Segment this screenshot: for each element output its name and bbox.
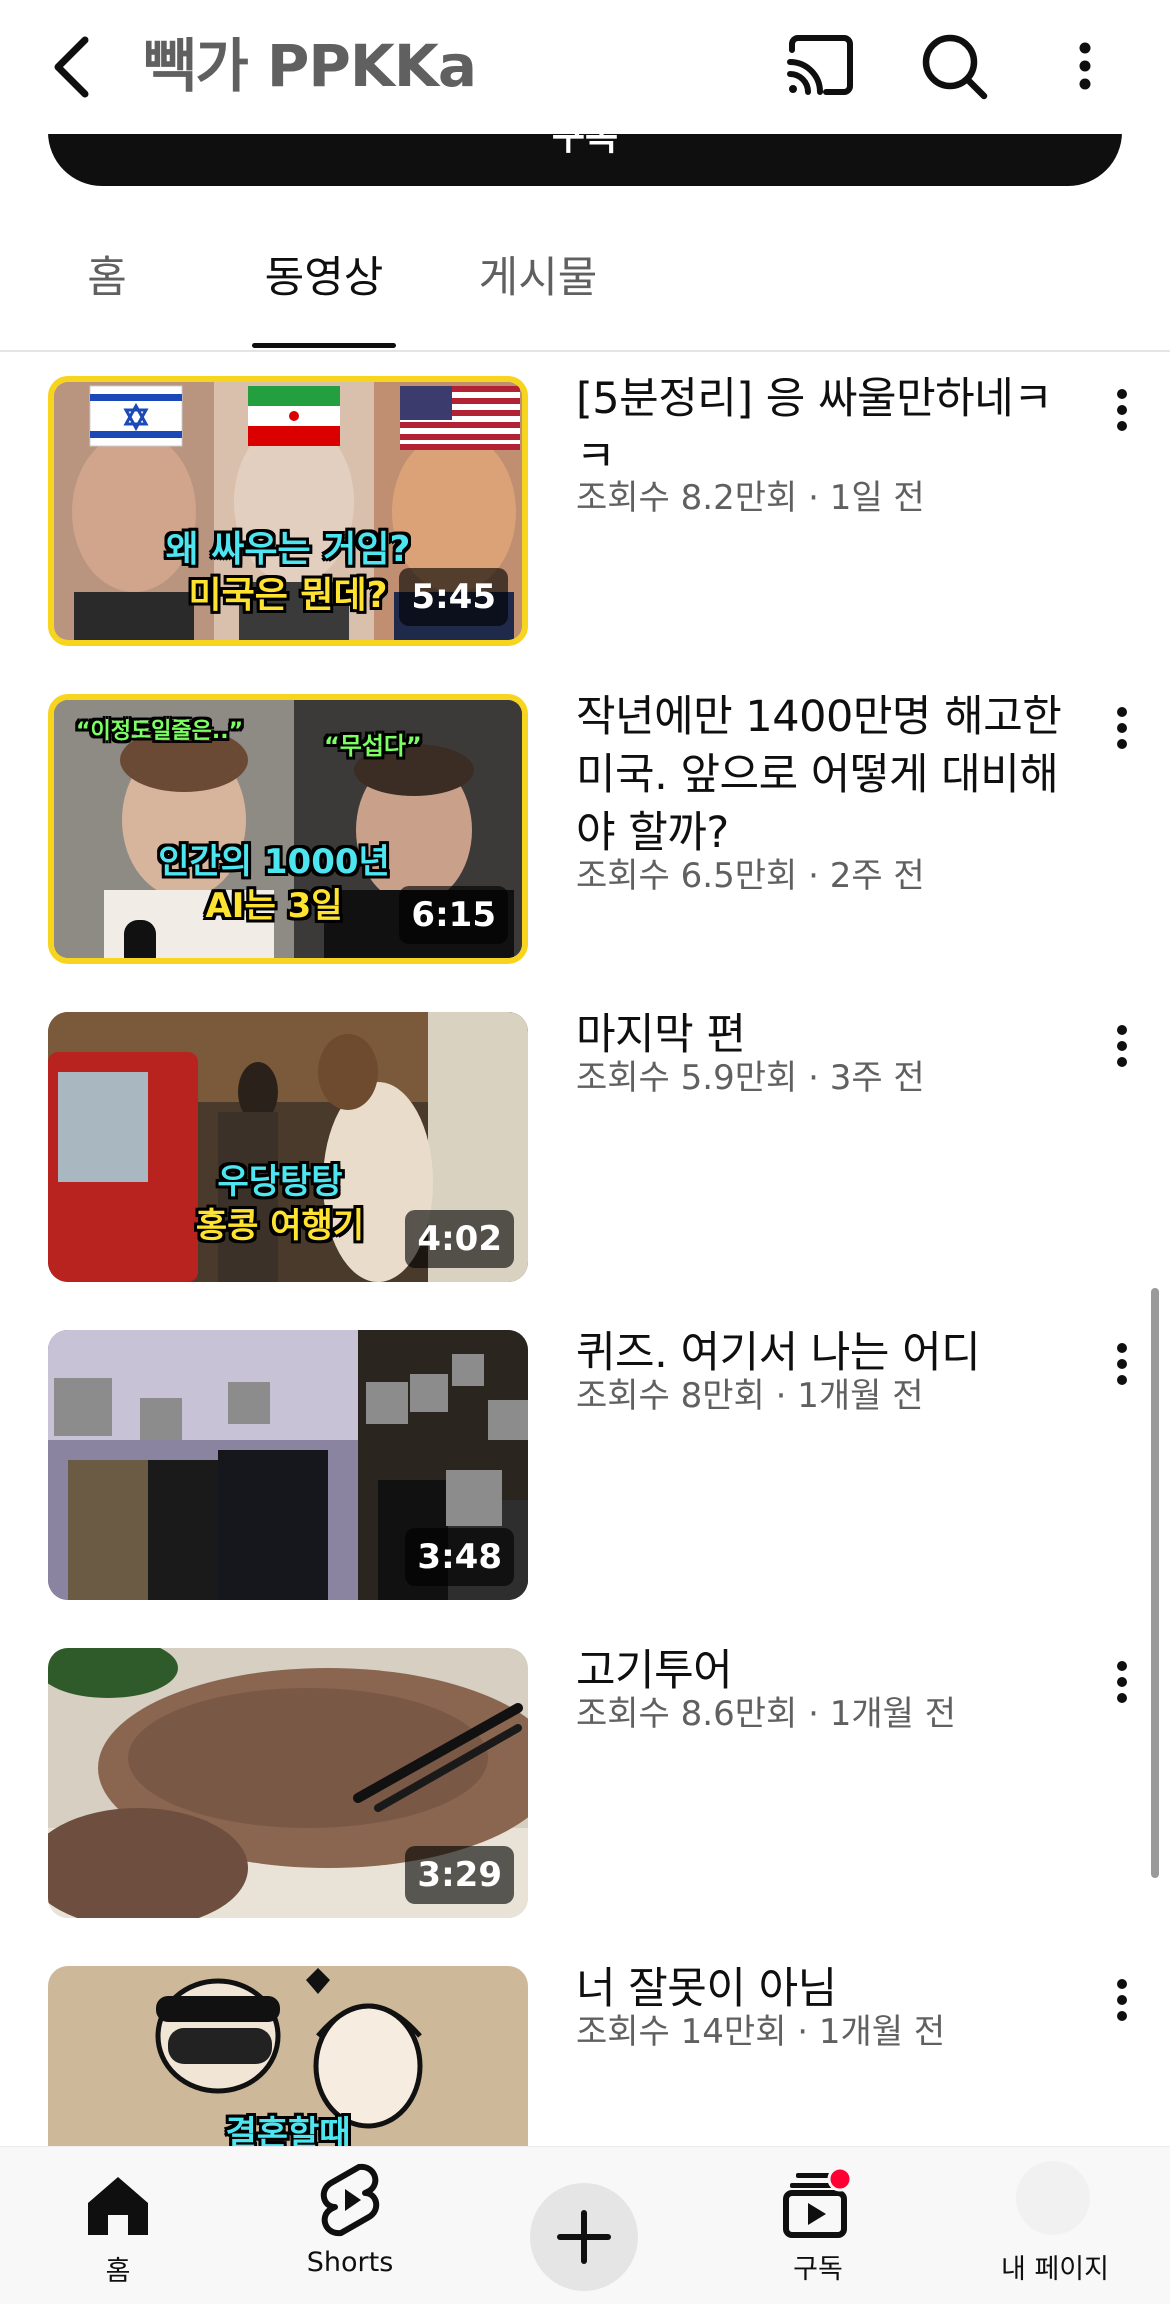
- video-list-item[interactable]: 우당탕탕 홍콩 여행기 4:02 마지막 편 조회수 5.9만회 · 3주 전: [0, 1010, 1170, 1292]
- shorts-icon: [320, 2163, 380, 2237]
- video-duration: 3:29: [405, 1846, 514, 1904]
- nav-subscriptions[interactable]: 구독: [760, 2147, 876, 2304]
- thumbnail-quote-right: “무섭다”: [324, 732, 422, 760]
- notification-dot: [827, 2166, 853, 2192]
- back-button[interactable]: [30, 22, 120, 112]
- channel-title: 빽가 PPKKa: [143, 32, 477, 100]
- plus-icon: [557, 2210, 611, 2264]
- nav-my-page[interactable]: 내 페이지: [980, 2147, 1130, 2304]
- thumbnail-caption-line1: 왜 싸우는 거임?: [165, 529, 411, 570]
- tab-posts[interactable]: 게시물: [466, 248, 610, 348]
- nav-shorts[interactable]: Shorts: [290, 2147, 410, 2304]
- video-menu-button[interactable]: [1100, 1966, 1144, 2046]
- tab-videos[interactable]: 동영상: [252, 248, 396, 348]
- more-vert-icon: [1117, 389, 1127, 431]
- bottom-navigation: 홈 Shorts 구독 내 페이지: [0, 2146, 1170, 2304]
- video-meta: 조회수 5.9만회 · 3주 전: [576, 1058, 925, 1098]
- video-list-item[interactable]: 3:48 퀴즈. 여기서 나는 어디 조회수 8만회 · 1개월 전: [0, 1328, 1170, 1610]
- tab-posts-label: 게시물: [478, 253, 598, 303]
- video-thumbnail[interactable]: 우당탕탕 홍콩 여행기 4:02: [48, 1012, 528, 1282]
- video-duration: 5:45: [399, 568, 508, 626]
- video-thumbnail[interactable]: 3:48: [48, 1330, 528, 1600]
- home-icon: [88, 2177, 148, 2235]
- video-meta: 조회수 6.5만회 · 2주 전: [576, 856, 925, 896]
- video-meta: 조회수 8.2만회 · 1일 전: [576, 478, 925, 518]
- cast-icon: [787, 35, 853, 95]
- more-vert-icon: [1079, 42, 1091, 90]
- more-vert-icon: [1117, 1661, 1127, 1703]
- nav-subscriptions-label: 구독: [793, 2254, 843, 2285]
- top-app-bar: 빽가 PPKKa: [0, 0, 1170, 134]
- nav-my-page-label: 내 페이지: [1001, 2254, 1109, 2285]
- more-vert-icon: [1117, 1979, 1127, 2021]
- video-menu-button[interactable]: [1100, 694, 1144, 774]
- nav-shorts-label: Shorts: [306, 2247, 394, 2278]
- more-vert-icon: [1117, 1343, 1127, 1385]
- back-arrow-icon: [54, 36, 89, 98]
- video-meta: 조회수 14만회 · 1개월 전: [576, 2012, 946, 2052]
- more-vert-icon: [1117, 1025, 1127, 1067]
- video-meta: 조회수 8만회 · 1개월 전: [576, 1376, 924, 1416]
- active-tab-indicator: [252, 343, 396, 348]
- video-title[interactable]: [5분정리] 응 싸울만하네ㅋㅋ: [576, 370, 1076, 486]
- nav-home-label: 홈: [105, 2256, 131, 2287]
- video-menu-button[interactable]: [1100, 1012, 1144, 1092]
- thumbnail-quote-left: “이정도일줄은..”: [76, 719, 244, 744]
- video-meta: 조회수 8.6만회 · 1개월 전: [576, 1694, 956, 1734]
- more-vert-icon: [1117, 707, 1127, 749]
- video-title[interactable]: 작년에만 1400만명 해고한 미국. 앞으로 어떻게 대비해야 할까?: [576, 688, 1076, 862]
- tab-home[interactable]: 홈: [62, 248, 152, 348]
- video-list-item[interactable]: 왜 싸우는 거임? 미국은 뭔데? 5:45 [5분정리] 응 싸울만하네ㅋㅋ …: [0, 374, 1170, 656]
- video-list-item[interactable]: 3:29 고기투어 조회수 8.6만회 · 1개월 전: [0, 1646, 1170, 1928]
- video-thumbnail[interactable]: 왜 싸우는 거임? 미국은 뭔데? 5:45: [48, 376, 528, 646]
- thumbnail-caption-line1: 우당탕탕: [217, 1162, 343, 1202]
- video-menu-button[interactable]: [1100, 1648, 1144, 1728]
- tab-videos-label: 동영상: [264, 253, 384, 303]
- video-duration: 3:48: [405, 1528, 514, 1586]
- video-thumbnail[interactable]: 3:29: [48, 1648, 528, 1918]
- thumbnail-caption-line1: 인간의 1000년: [158, 842, 390, 882]
- search-icon: [922, 34, 988, 100]
- video-menu-button[interactable]: [1100, 376, 1144, 456]
- video-menu-button[interactable]: [1100, 1330, 1144, 1410]
- app-root: 구독 빽가 PPKKa 홈 동영상 게시물 왜 싸우는 거임? 미국은 뭔데? …: [0, 0, 1170, 2304]
- nav-home[interactable]: 홈: [60, 2147, 176, 2304]
- more-options-button[interactable]: [1060, 22, 1110, 112]
- tab-home-label: 홈: [87, 253, 127, 303]
- search-button[interactable]: [910, 22, 1000, 112]
- channel-tabs: 홈 동영상 게시물: [0, 230, 1170, 352]
- create-button[interactable]: [530, 2183, 638, 2291]
- cast-button[interactable]: [778, 24, 864, 110]
- video-duration: 4:02: [405, 1210, 514, 1268]
- subscriptions-icon: [783, 2166, 853, 2238]
- video-thumbnail[interactable]: “이정도일줄은..” “무섭다” 인간의 1000년 AI는 3일 6:15: [48, 694, 528, 964]
- avatar: [1016, 2161, 1090, 2235]
- scrollbar-thumb[interactable]: [1151, 1288, 1159, 1878]
- video-duration: 6:15: [399, 886, 508, 944]
- video-list-item[interactable]: “이정도일줄은..” “무섭다” 인간의 1000년 AI는 3일 6:15 작…: [0, 692, 1170, 974]
